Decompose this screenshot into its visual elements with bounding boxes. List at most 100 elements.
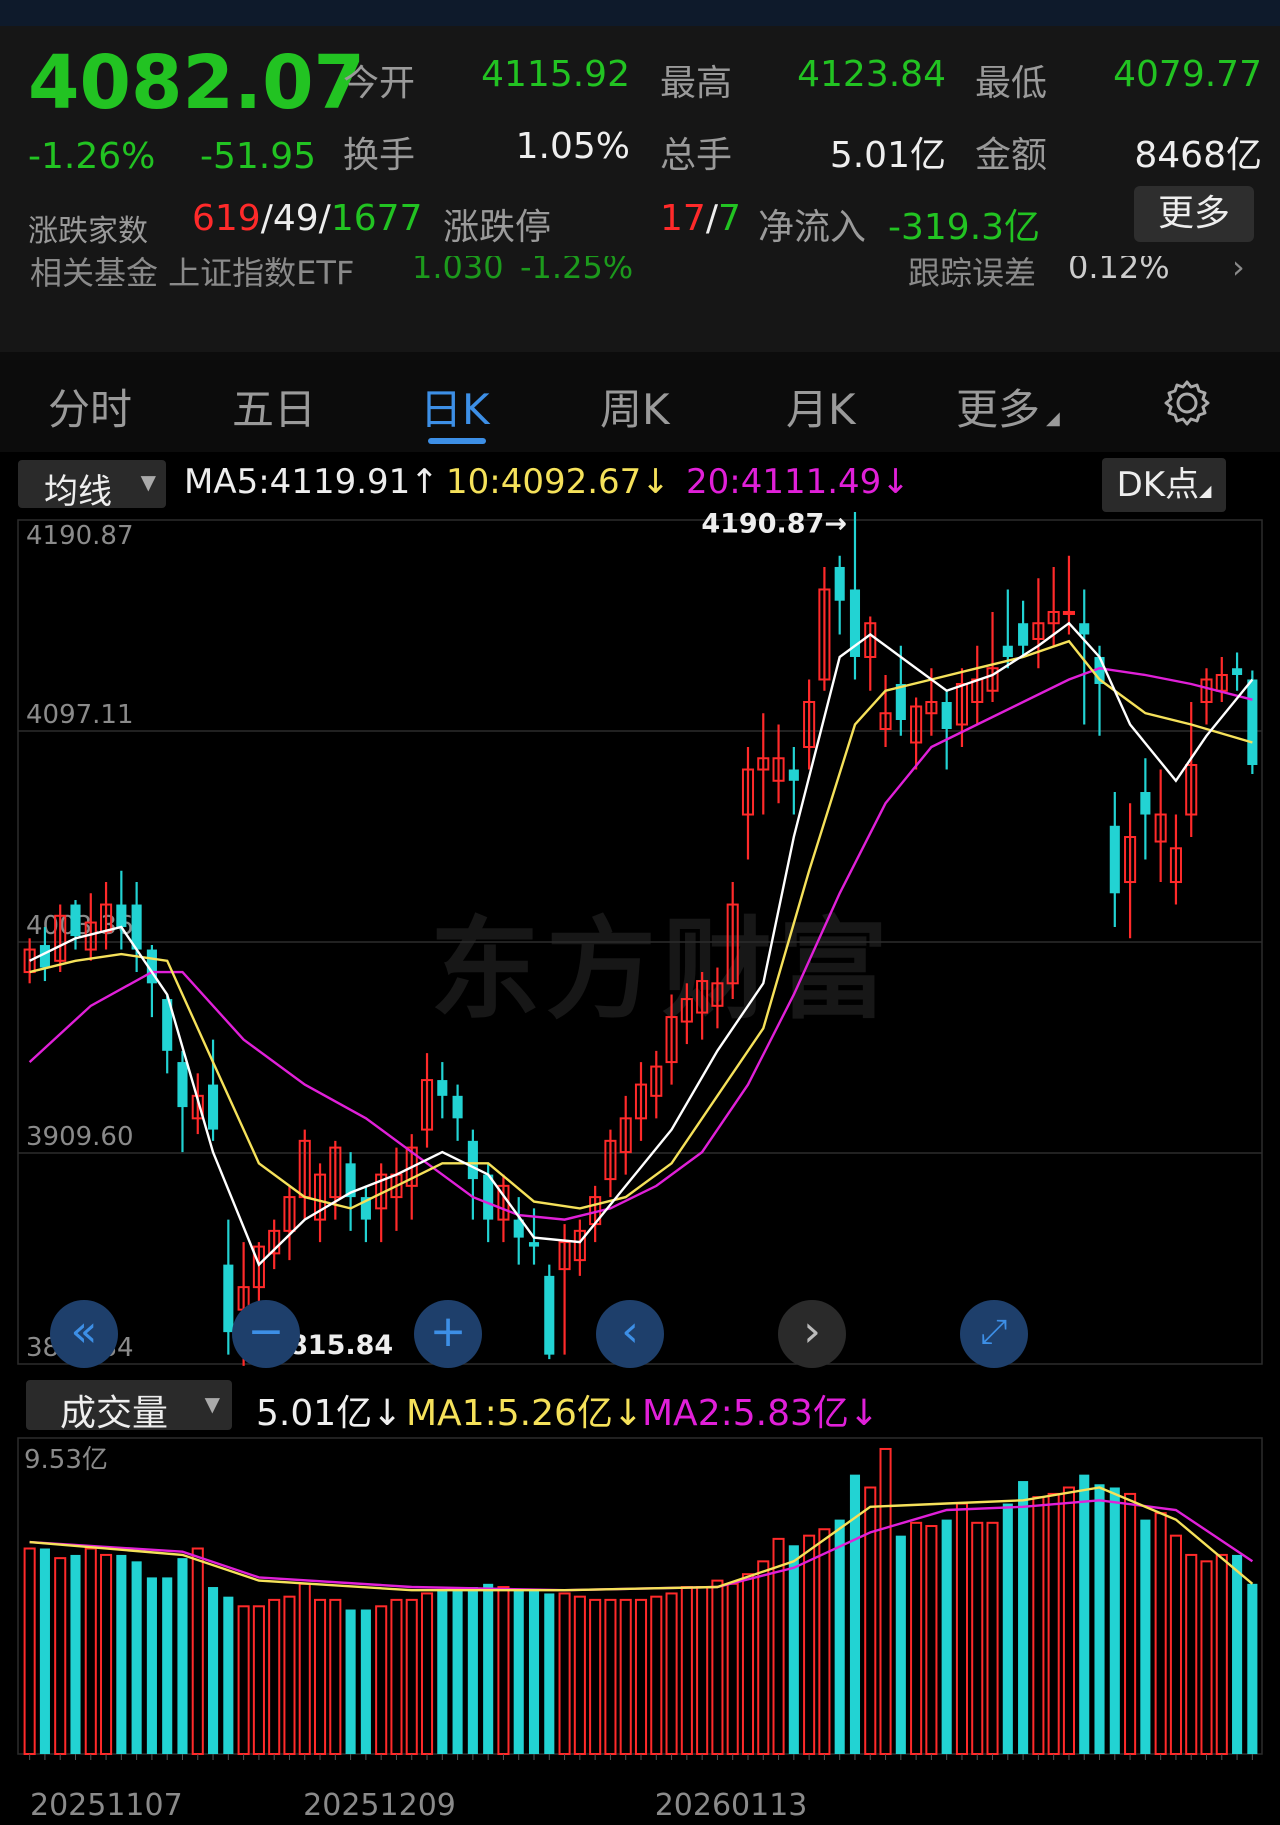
tracking-label: 跟踪误差: [908, 256, 1037, 292]
candle-body: [437, 1080, 448, 1096]
y-tick-label: 3909.60: [26, 1122, 134, 1152]
tab-daily-k[interactable]: 日K: [420, 376, 490, 437]
volume-bar: [1200, 1560, 1213, 1755]
limit-values: 17/7: [660, 198, 741, 239]
ma5-line: [29, 621, 1254, 1267]
rewind-icon[interactable]: «: [50, 1300, 118, 1368]
x-tick-label: 20251209: [303, 1788, 456, 1823]
tab-weekly-k[interactable]: 周K: [600, 376, 670, 437]
x-tick-label: 20251107: [30, 1788, 183, 1823]
volume-bar: [345, 1609, 356, 1754]
volume-bar: [1079, 1474, 1090, 1754]
y-tick-label: 9.53亿: [24, 1445, 108, 1475]
volume-bar: [223, 1596, 234, 1754]
breadth-values: 619/49/1677: [192, 198, 423, 239]
tab-more[interactable]: 更多 ◢: [956, 376, 1060, 437]
scroll-right-icon[interactable]: ›: [778, 1300, 846, 1368]
volume-bar: [146, 1577, 157, 1754]
fund-row-partial: [0, 334, 1280, 352]
candle-body: [1079, 623, 1090, 635]
volume-bar: [1169, 1534, 1182, 1755]
volume-bar: [1215, 1553, 1228, 1755]
volume-bar: [70, 1554, 81, 1754]
volume-chart[interactable]: 9.53亿 20251107 20251209 20260113: [0, 1434, 1280, 1825]
volume-bar: [604, 1598, 617, 1755]
volume-bar: [1047, 1492, 1060, 1756]
candle-body: [834, 566, 845, 601]
volume-bar: [420, 1592, 434, 1755]
active-tab-indicator: [428, 438, 486, 444]
zoom-out-icon[interactable]: −: [232, 1300, 300, 1368]
candle-body: [452, 1095, 463, 1119]
volume-bar: [680, 1586, 693, 1755]
volume-bar: [298, 1582, 311, 1755]
tab-five-day[interactable]: 五日: [232, 376, 316, 437]
volume-bar: [513, 1590, 524, 1754]
candle-body: [70, 904, 81, 937]
scroll-left-icon[interactable]: ‹: [596, 1300, 664, 1368]
dk-point-button[interactable]: DK点◢: [1102, 458, 1226, 512]
candlestick-chart[interactable]: 4190.874097.114003.363909.603815.844190.…: [0, 512, 1280, 1372]
volume-bar: [283, 1595, 296, 1755]
fund-pct: -1.25%: [520, 256, 634, 286]
tab-intraday[interactable]: 分时: [48, 376, 132, 437]
volume-bar: [1185, 1553, 1198, 1755]
volume-bar: [879, 1447, 892, 1755]
gear-icon[interactable]: [1162, 378, 1212, 428]
candle-body: [1232, 668, 1243, 675]
volume-bar: [467, 1587, 478, 1754]
volume-bar: [1062, 1486, 1075, 1755]
open-label: 今开: [343, 63, 416, 104]
volume-bar: [619, 1598, 632, 1755]
volume-bar: [910, 1521, 923, 1755]
volume-bar: [1032, 1496, 1045, 1756]
volume-bar: [497, 1586, 510, 1755]
volume-bar: [116, 1554, 127, 1754]
volume-label: 总手: [660, 135, 733, 176]
tab-monthly-k[interactable]: 月K: [786, 376, 856, 437]
volume-bar: [803, 1534, 816, 1755]
volume-bar: [834, 1519, 845, 1754]
volume-bar: [54, 1557, 67, 1756]
volume-bar: [208, 1587, 219, 1754]
vol-ma1-readout: MA1:5.26亿↓: [406, 1393, 644, 1434]
volume-bar: [252, 1605, 265, 1755]
related-fund-row[interactable]: 相关基金 上证指数ETF 1.030 -1.25% 跟踪误差 0.12% ›: [0, 256, 1280, 300]
candle-body: [941, 701, 952, 730]
volume-bar: [757, 1560, 770, 1755]
volume-bar: [437, 1590, 448, 1754]
volume-bar: [696, 1586, 709, 1755]
volume-bar: [971, 1521, 984, 1755]
volume-bar: [544, 1593, 555, 1754]
expand-icon[interactable]: ⤢: [960, 1300, 1028, 1368]
volume-bar: [452, 1587, 463, 1754]
volume-bar: [405, 1598, 418, 1755]
more-button[interactable]: 更多: [1134, 186, 1254, 242]
indicator-select[interactable]: 均线 ▼: [18, 460, 166, 512]
low-value: 4079.77: [1113, 54, 1262, 95]
volume-bar: [483, 1583, 494, 1754]
volume-bar: [650, 1595, 663, 1755]
volume-bar: [1140, 1519, 1151, 1754]
limit-label: 涨跌停: [443, 207, 552, 248]
volume-indicator-select[interactable]: 成交量 ▼: [26, 1380, 232, 1434]
candle-body: [177, 1062, 188, 1108]
ma5-readout: MA5:4119.91↑: [184, 462, 439, 502]
volume-bar: [1247, 1583, 1258, 1754]
volume-bar: [1154, 1512, 1167, 1755]
zoom-in-icon[interactable]: +: [414, 1300, 482, 1368]
volume-bar: [23, 1547, 36, 1755]
high-value: 4123.84: [797, 54, 946, 95]
dropdown-arrow-icon: ▼: [204, 1392, 220, 1416]
tracking-value: 0.12%: [1068, 256, 1170, 286]
volume-bar: [1002, 1503, 1013, 1754]
candle-body: [223, 1264, 234, 1333]
x-tick-label: 20260113: [655, 1788, 808, 1823]
volume-bar: [818, 1528, 831, 1755]
high-label: 最高: [660, 63, 733, 104]
open-value: 4115.92: [481, 54, 630, 95]
volume-bar: [191, 1547, 204, 1755]
candle-body: [467, 1140, 478, 1180]
inflow-label: 净流入: [758, 207, 867, 248]
volume-bar: [360, 1609, 371, 1754]
